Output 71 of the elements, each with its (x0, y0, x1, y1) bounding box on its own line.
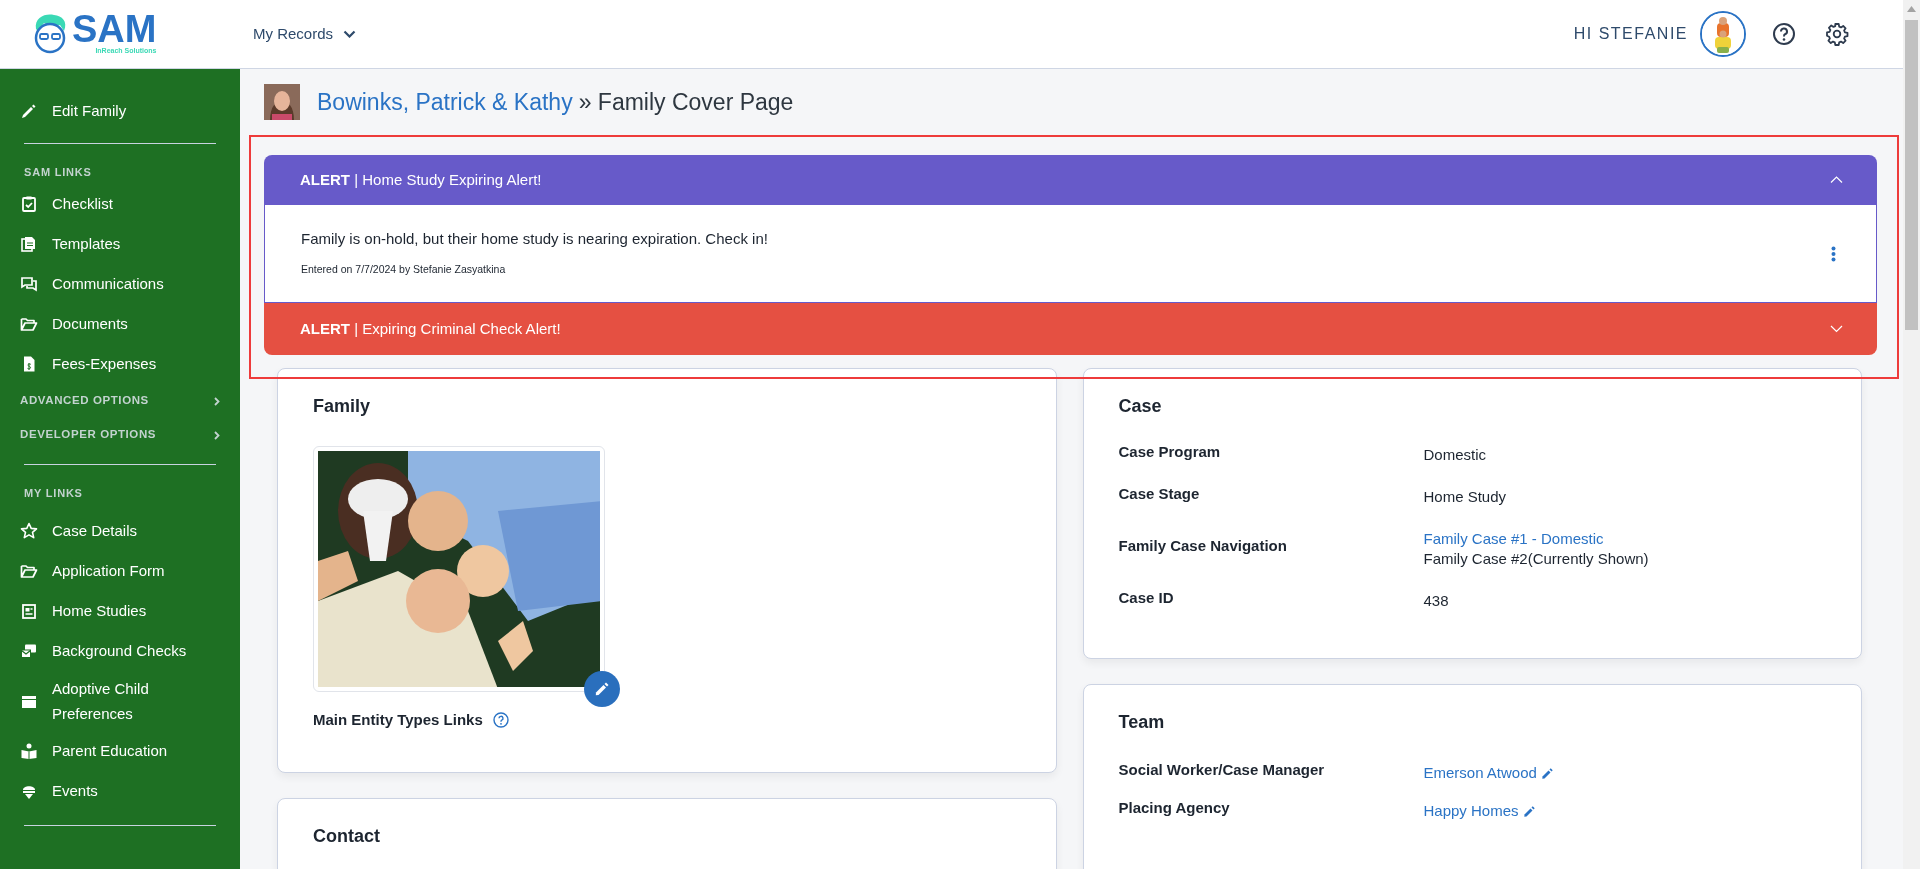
pencil-icon[interactable] (1523, 805, 1535, 817)
sidebar-link[interactable]: Checklist (0, 184, 240, 224)
logo-text: SAM (72, 11, 157, 46)
sidebar-link[interactable]: Home Studies (0, 591, 240, 631)
alert-meta: Entered on 7/7/2024 by Stefanie Zasyatkina (301, 262, 507, 278)
chevron-down-icon (1830, 325, 1843, 333)
field-value: Domestic (1423, 445, 1486, 465)
chat-icon (20, 275, 38, 293)
alert-title: ALERT | Expiring Criminal Check Alert! (300, 318, 561, 339)
sidebar-link[interactable]: Background Checks (0, 631, 240, 671)
field-label: Case Stage (1118, 484, 1200, 504)
scrollbar[interactable] (1903, 0, 1920, 869)
sidebar-link[interactable]: Events (0, 771, 240, 811)
newspaper-icon (20, 602, 38, 620)
alert-message: Family is on-hold, but their home study is nearing expiration. Check in! (301, 229, 768, 250)
sidebar-link[interactable]: Edit Family (0, 91, 240, 131)
family-link[interactable]: Bowinks, Patrick & Kathy (317, 87, 573, 117)
sidebar-link[interactable]: Parent Education (0, 731, 240, 771)
records-menu[interactable]: My Records (253, 22, 357, 46)
help-icon[interactable] (492, 712, 509, 728)
pencil-icon (20, 102, 38, 120)
sidebar-expander[interactable]: ADVANCED OPTIONS (0, 384, 220, 418)
field-link[interactable]: Emerson Atwood (1423, 763, 1537, 783)
card-title: Family (313, 395, 371, 418)
field-value: Family Case #2(Currently Shown) (1423, 549, 1649, 569)
pencil-icon[interactable] (1541, 767, 1553, 779)
field-value: Home Study (1423, 487, 1507, 507)
sidebar-link[interactable]: Templates (0, 224, 240, 264)
help-icon[interactable] (1772, 22, 1796, 46)
section-label: Main Entity Types Links (313, 710, 483, 730)
field-link[interactable]: Happy Homes (1423, 801, 1519, 821)
kebab-menu-icon[interactable] (1831, 245, 1836, 262)
pencil-icon (595, 682, 609, 696)
card-title: Team (1118, 711, 1165, 734)
page-title: » Family Cover Page (578, 88, 794, 117)
sidebar-link[interactable]: Case Details (0, 511, 240, 551)
edit-photo-button[interactable] (584, 671, 620, 707)
field-label: Family Case Navigation (1118, 536, 1287, 556)
folder-icon (20, 315, 38, 333)
sidebar-link[interactable]: Documents (0, 304, 240, 344)
sidebar-link[interactable]: Fees-Expenses (0, 344, 240, 384)
settings-icon[interactable] (1825, 22, 1849, 46)
section-heading: SAM LINKS (24, 164, 92, 180)
chevron-up-icon (1830, 176, 1843, 184)
alert-header[interactable]: ALERT | Expiring Criminal Check Alert! (264, 303, 1877, 355)
alert-title: ALERT | Home Study Expiring Alert! (300, 169, 542, 190)
document-icon (20, 235, 38, 253)
user-avatar[interactable] (1700, 11, 1746, 57)
reader-icon (20, 742, 38, 760)
field-link[interactable]: Family Case #1 - Domestic (1423, 529, 1604, 549)
section-heading: MY LINKS (24, 485, 83, 501)
clipboard-check-icon (20, 195, 38, 213)
chevron-right-icon (214, 430, 220, 440)
field-label: Case ID (1118, 588, 1174, 608)
field-value: 438 (1423, 591, 1449, 611)
chevron-down-icon (343, 30, 357, 38)
sidebar-link[interactable]: Communications (0, 264, 240, 304)
alert-header[interactable]: ALERT | Home Study Expiring Alert! (264, 155, 1877, 205)
star-icon (20, 522, 38, 540)
sidebar-link[interactable]: Adoptive Child Preferences (0, 671, 240, 731)
sidebar-expander[interactable]: DEVELOPER OPTIONS (0, 418, 220, 452)
field-label: Social Worker/Case Manager (1118, 760, 1325, 780)
chevron-right-icon (214, 396, 220, 406)
field-label: Case Program (1118, 442, 1221, 462)
card-title: Case (1118, 395, 1162, 418)
user-greeting: HI STEFANIE (1573, 24, 1688, 44)
field-label: Placing Agency (1118, 798, 1230, 818)
envelope-card-icon (20, 642, 38, 660)
card-title: Contact (313, 825, 380, 848)
sidebar-link[interactable]: Application Form (0, 551, 240, 591)
folder-icon (20, 562, 38, 580)
